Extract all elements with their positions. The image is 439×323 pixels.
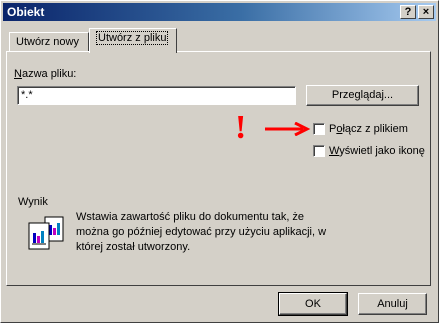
icon-label-accel: W: [329, 145, 340, 157]
browse-label-post: lądaj...: [360, 89, 394, 101]
ok-button-label: OK: [305, 298, 321, 310]
link-to-file-checkbox[interactable]: [313, 123, 325, 135]
link-to-file-label[interactable]: Połącz z plikiem: [329, 123, 408, 135]
tab-create-from-file[interactable]: Utwórz z pliku: [89, 28, 177, 53]
cancel-button-label: Anuluj: [377, 298, 408, 310]
object-dialog: Obiekt ? × Utwórz nowy Utwórz z pliku Na…: [0, 0, 439, 323]
file-name-label-text: azwa pliku:: [21, 68, 77, 80]
file-name-label: Nazwa pliku:: [14, 68, 76, 80]
link-label-post: łącz z plikiem: [342, 123, 408, 135]
close-button[interactable]: ×: [418, 5, 434, 19]
help-button[interactable]: ?: [400, 5, 416, 19]
file-name-value: *.*: [21, 89, 33, 101]
ok-button[interactable]: OK: [278, 292, 348, 316]
result-description: Wstawia zawartość pliku do dokumentu tak…: [76, 211, 327, 253]
tab-strip: Utwórz nowy Utwórz z pliku: [7, 28, 427, 53]
title-bar[interactable]: Obiekt ? ×: [3, 3, 436, 21]
exclamation-annotation: !: [235, 109, 247, 146]
tab-create-from-file-label: Utwórz z pliku: [96, 31, 169, 45]
tab-create-new[interactable]: Utwórz nowy: [9, 32, 89, 52]
browse-label-pre: Prze: [331, 89, 355, 101]
insert-file-result-icon: [28, 216, 64, 250]
tab-create-new-label: Utwórz nowy: [16, 36, 79, 48]
display-as-icon-label[interactable]: Wyświetl jako ikonę: [329, 145, 425, 157]
icon-label-post: yświetl jako ikonę: [339, 145, 425, 157]
file-name-input[interactable]: *.*: [17, 86, 296, 105]
red-arrow-icon: [265, 122, 311, 136]
result-group-title: Wynik: [18, 196, 48, 208]
file-name-label-accel: N: [14, 68, 22, 80]
browse-button[interactable]: Przeglądaj...: [306, 85, 419, 106]
cancel-button[interactable]: Anuluj: [358, 293, 427, 315]
display-as-icon-checkbox[interactable]: [313, 145, 325, 157]
window-title: Obiekt: [7, 5, 45, 19]
